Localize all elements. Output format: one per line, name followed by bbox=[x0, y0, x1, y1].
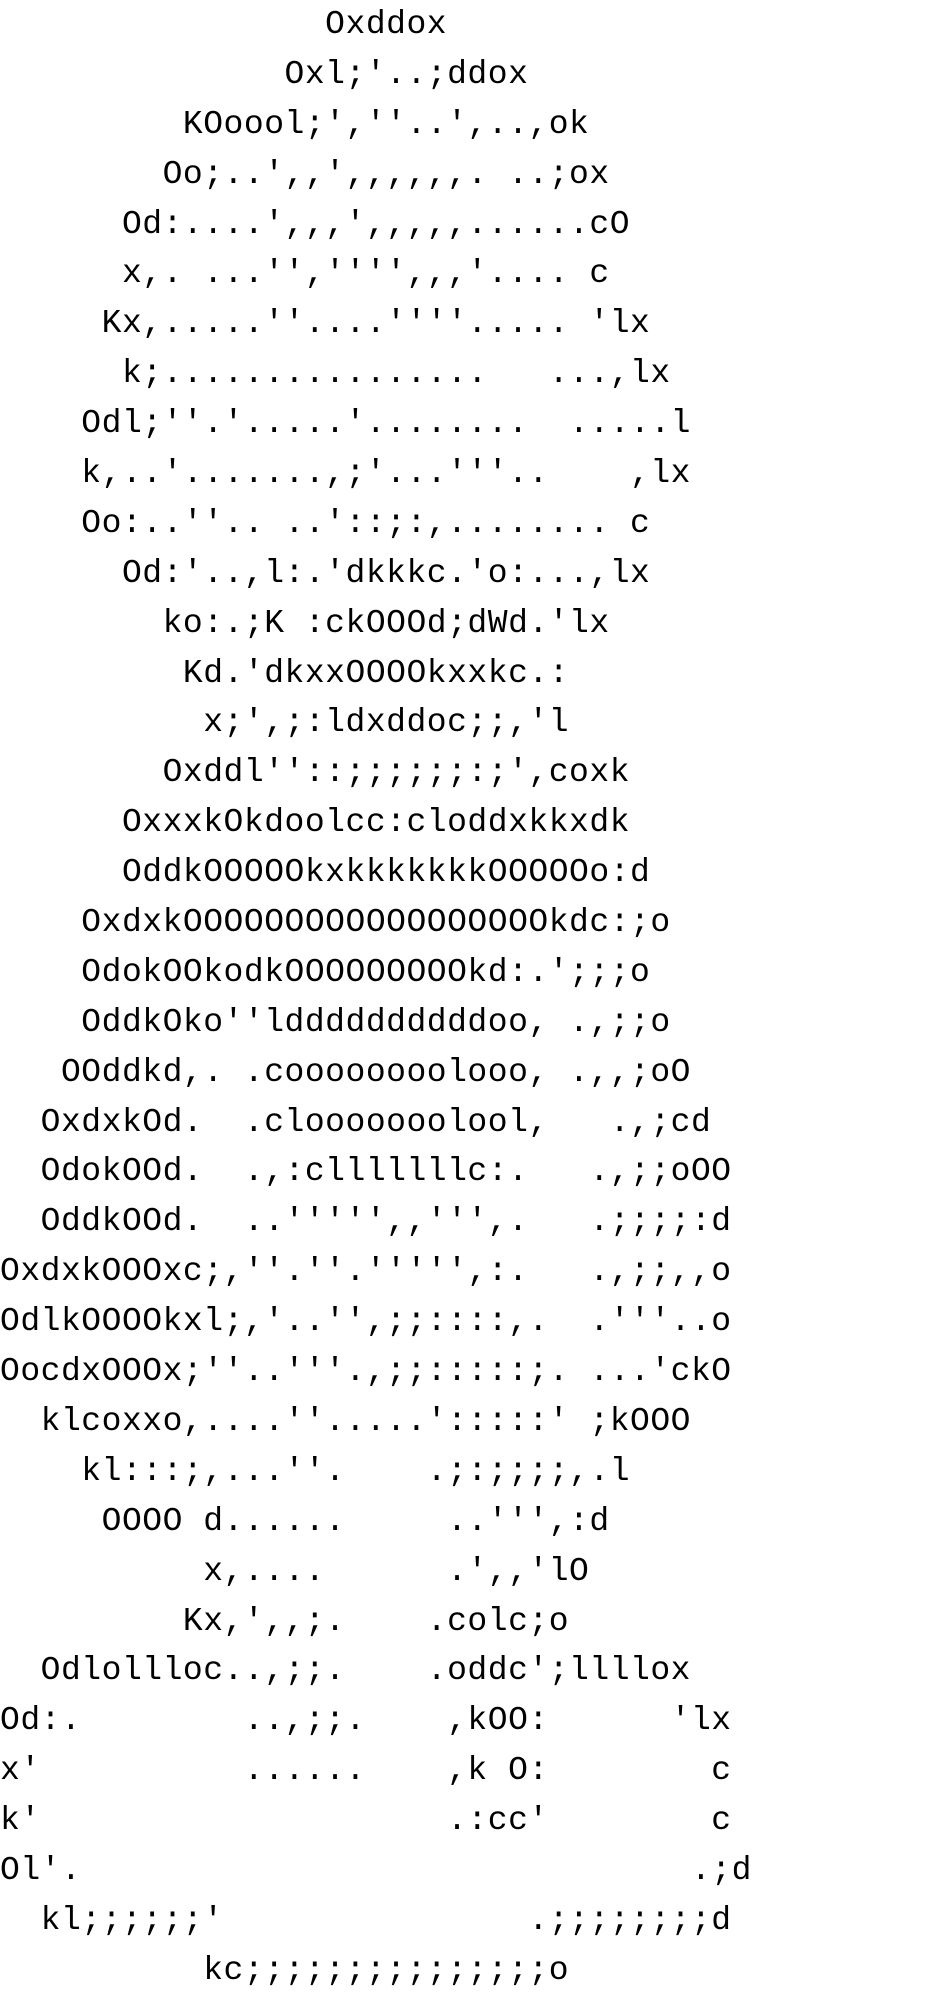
ascii-line: klcoxxo,....''.....':::::' ;kOOO bbox=[0, 1402, 691, 1440]
ascii-line: OdokOOkodkOOOOOOOOOkd:.';;;o bbox=[0, 953, 651, 991]
ascii-line: k;................ ...,lx bbox=[0, 355, 671, 393]
ascii-line: Oxddl''::;;;;;;:;',coxk bbox=[0, 754, 631, 792]
ascii-line: Kx,',,;. .colc;o bbox=[0, 1602, 570, 1640]
ascii-line: kl:::;,...''. .;:;;;;,.l bbox=[0, 1452, 631, 1490]
ascii-line: OOOO d...... ..''',:d bbox=[0, 1502, 610, 1540]
ascii-line: x' ...... ,k O: c bbox=[0, 1752, 732, 1790]
ascii-line: Od:. ..,;;. ,kOO: 'lx bbox=[0, 1702, 732, 1740]
ascii-line: OOddkd,. .coooooooolooo, .,,;oO bbox=[0, 1053, 691, 1091]
ascii-line: OddkOOd. ..''''',,''',. .;;;;:d bbox=[0, 1203, 732, 1241]
ascii-line: x,. ...'','''',,,'.... c bbox=[0, 255, 610, 293]
ascii-line: k' .:cc' c bbox=[0, 1802, 732, 1840]
ascii-line: OdokOOd. .,:clllllllc:. .,;;oOO bbox=[0, 1153, 732, 1191]
ascii-line: Odl;''.'.....'........ .....l bbox=[0, 405, 691, 443]
ascii-line: x,.... .',,'lO bbox=[0, 1552, 590, 1590]
ascii-line: OxdxkOOOOOOOOOOOOOOOOOOkdc:;o bbox=[0, 904, 671, 942]
ascii-line: OxxxkOkdoolcc:cloddxkkxdk bbox=[0, 804, 631, 842]
ascii-line: kl;;;;;;' .;;;;;;;;d bbox=[0, 1901, 732, 1939]
ascii-line: OocdxOOOx;''..'''.,;;:::::;. ...'ckO bbox=[0, 1353, 732, 1391]
ascii-line: KOoool;',''..',..,ok bbox=[0, 105, 590, 143]
ascii-line: ko:.;K :ckOOOd;dWd.'lx bbox=[0, 604, 610, 642]
ascii-art-figure: Oxddox Oxl;'..;ddox KOoool;',''..',..,ok… bbox=[0, 0, 752, 1996]
ascii-line: OddkOOOOOkxkkkkkkkOOOOOo:d bbox=[0, 854, 651, 892]
ascii-line: OddkOko''lddddddddddoo, .,;;o bbox=[0, 1003, 671, 1041]
ascii-line: k,..'.......,;'...'''.. ,lx bbox=[0, 455, 691, 493]
ascii-line: Oxl;'..;ddox bbox=[0, 55, 529, 93]
ascii-line: Odlollloc..,;;. .oddc';llllox bbox=[0, 1652, 691, 1690]
ascii-line: Kd.'dkxxOOOOkxxkc.: bbox=[0, 654, 570, 692]
ascii-line: Oxddox bbox=[0, 6, 448, 43]
ascii-line: OxdxkOOOxc;,''.''.''''',:. .,;;,,o bbox=[0, 1253, 732, 1291]
ascii-line: kc;;;;;;;;;;;;;;;o bbox=[0, 1951, 570, 1989]
ascii-line: OxdxkOd. .clooooooolool, .,;cd bbox=[0, 1103, 712, 1141]
ascii-line: Oo:..''.. ..'::;:,........ c bbox=[0, 504, 651, 542]
ascii-line: x;',;:ldxddoc;;,'l bbox=[0, 704, 570, 742]
ascii-line: Oo;..',,',,,,,,. ..;ox bbox=[0, 155, 610, 193]
ascii-line: OdlkOOOOkxl;,'..'',;;::::,. .'''..o bbox=[0, 1303, 732, 1341]
ascii-line: Ol'. .;d bbox=[0, 1851, 752, 1889]
ascii-line: Od:'..,l:.'dkkkc.'o:...,lx bbox=[0, 554, 651, 592]
ascii-line: Od:....',,,',,,,,......cO bbox=[0, 205, 631, 243]
ascii-line: Kx,.....''....''''..... 'lx bbox=[0, 305, 651, 343]
